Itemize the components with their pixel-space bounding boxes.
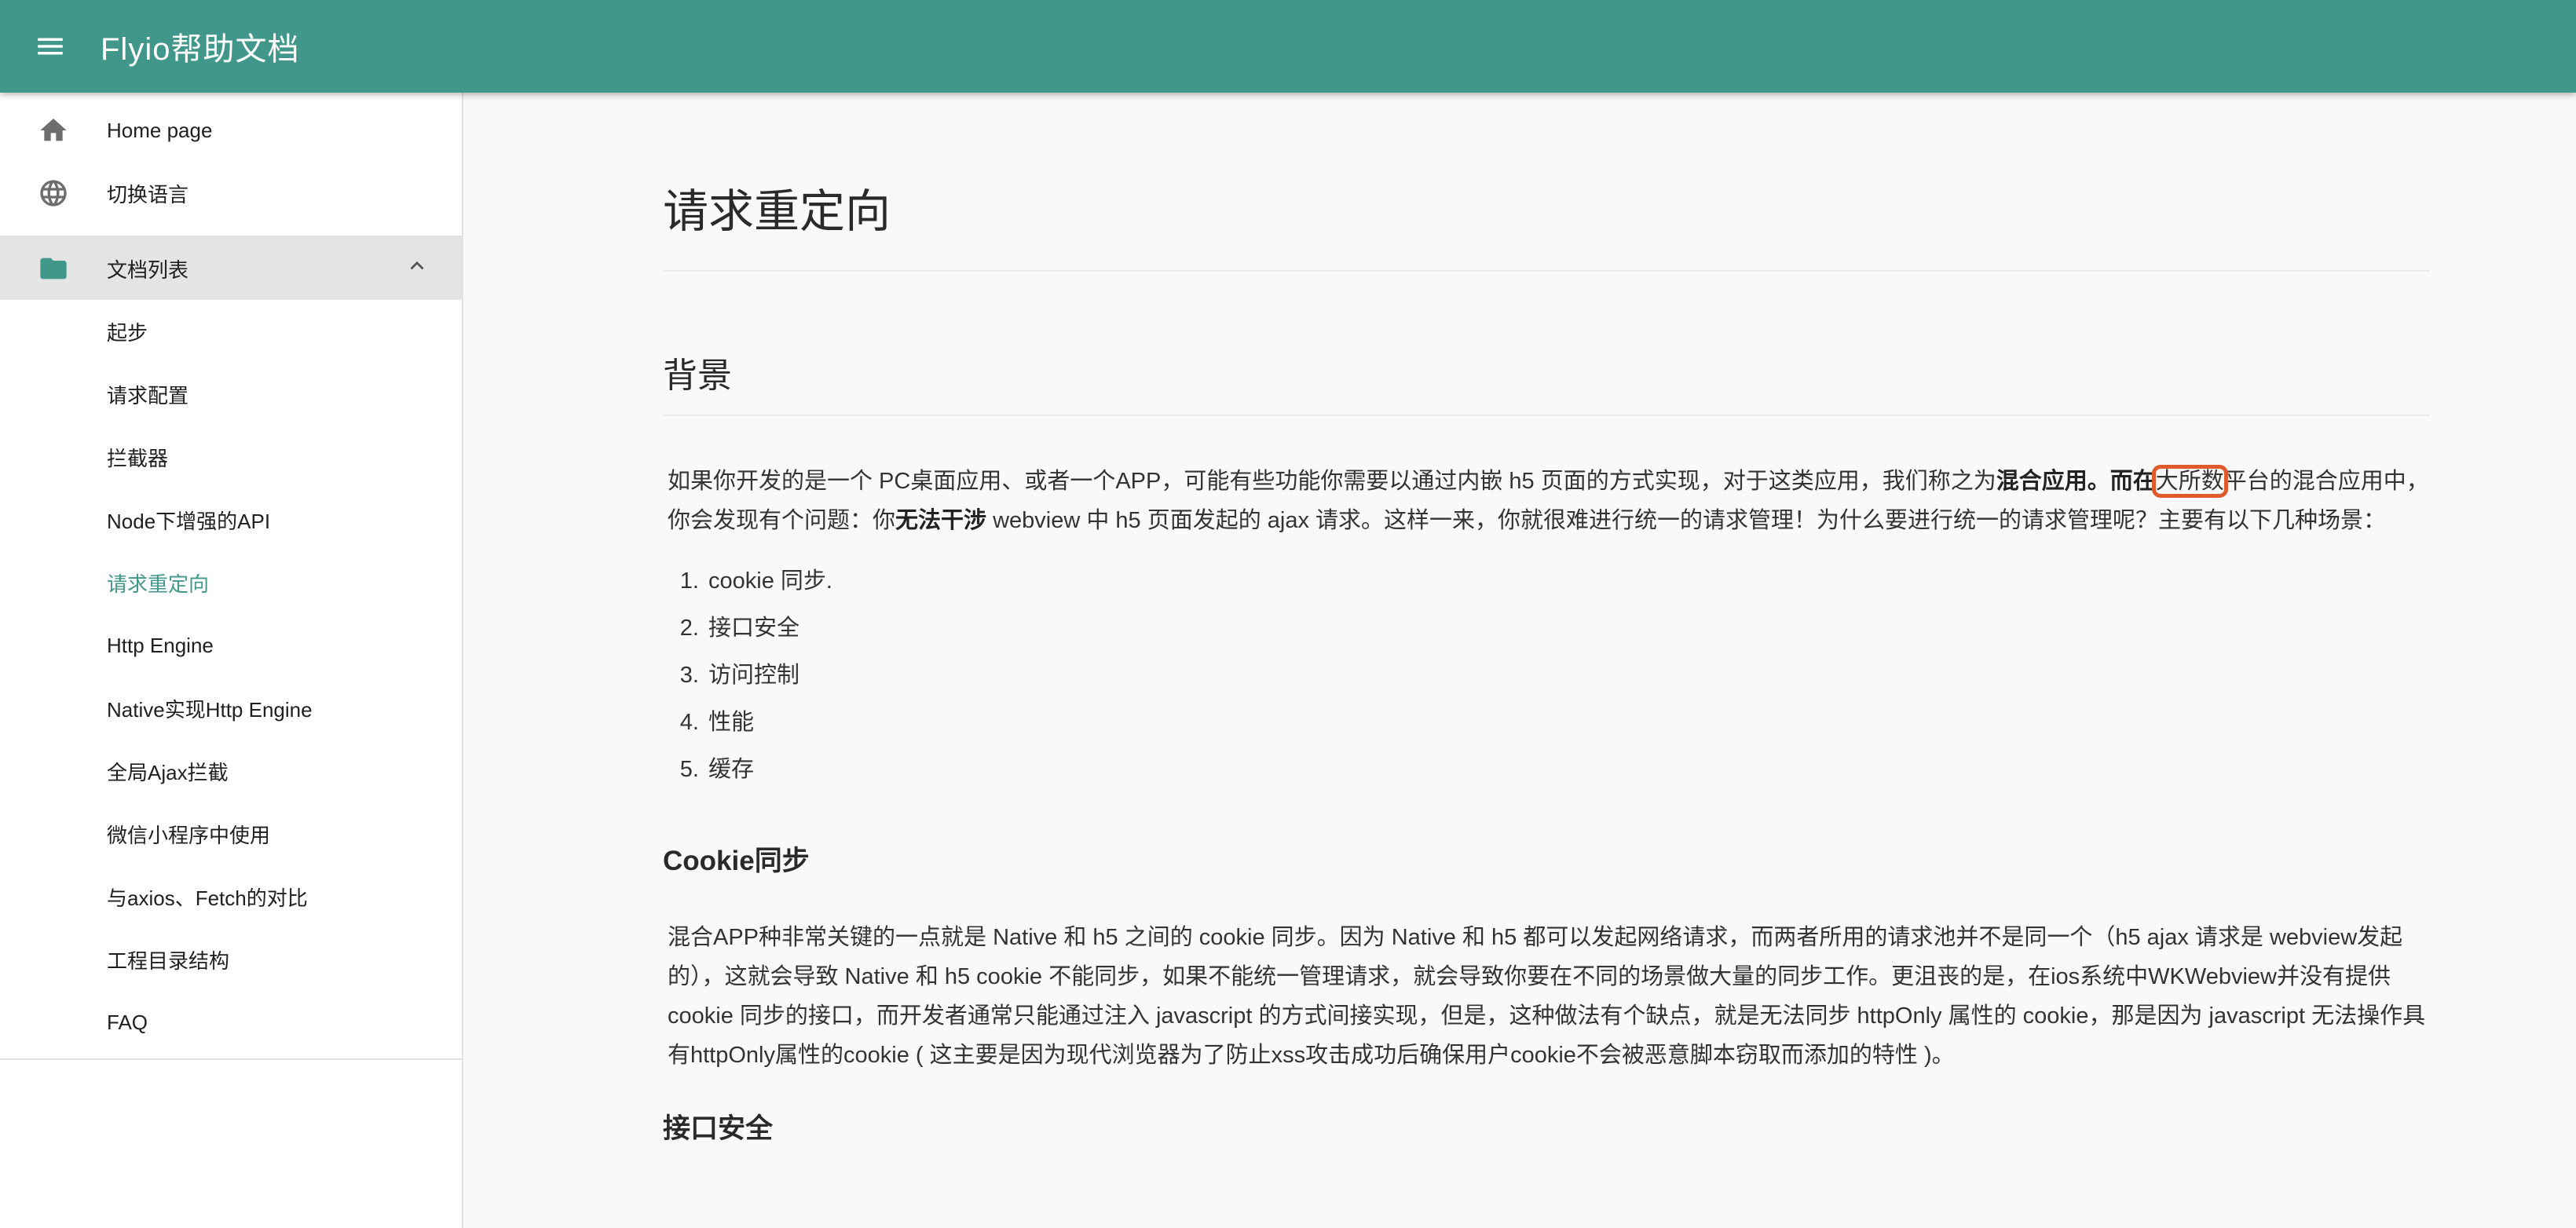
heading-api-security: 接口安全 (663, 1113, 774, 1144)
nav-doc-list-group[interactable]: 文档列表 (0, 236, 462, 300)
app-bar: Flyio帮助文档 (0, 0, 2576, 93)
background-paragraph: 如果你开发的是一个 PC桌面应用、或者一个APP，可能有些功能你需要以通过内嵌 … (663, 462, 2430, 540)
sidebar: Home page 切换语言 文档列表 起步 请求配置 拦截器 Node下增强的… (0, 93, 463, 1228)
doc-item-request-redirect[interactable]: 请求重定向 (0, 551, 462, 614)
bold-hybrid-app: 混合应用 (1996, 469, 2088, 494)
bold-cannot-interfere: 无法干涉 (895, 508, 987, 533)
cookie-paragraph: 混合APP种非常关键的一点就是 Native 和 h5 之间的 cookie 同… (668, 925, 2426, 1068)
doc-item-request-config[interactable]: 请求配置 (0, 363, 462, 426)
chevron-up-icon (404, 253, 430, 285)
doc-list: 起步 请求配置 拦截器 Node下增强的API 请求重定向 Http Engin… (0, 300, 462, 1060)
doc-item-getting-started[interactable]: 起步 (0, 300, 462, 363)
doc-item-axios-fetch-comparison[interactable]: 与axios、Fetch的对比 (0, 865, 462, 928)
page-title: 请求重定向 (663, 93, 2430, 272)
nav-doc-list-label: 文档列表 (107, 258, 189, 282)
nav-home-label: Home page (107, 118, 213, 142)
list-item: 性能 (705, 699, 2430, 746)
heading-cookie-sync: Cookie同步 (663, 846, 810, 876)
highlighted-typo: 大所数 (2151, 465, 2228, 498)
doc-item-http-engine[interactable]: Http Engine (0, 614, 462, 677)
background-text-2: 。而在 (2087, 469, 2156, 494)
doc-item-global-ajax-intercept[interactable]: 全局Ajax拦截 (0, 740, 462, 802)
doc-item-node-api[interactable]: Node下增强的API (0, 488, 462, 551)
doc-item-wechat-miniprogram[interactable]: 微信小程序中使用 (0, 802, 462, 865)
hamburger-menu-icon (38, 38, 63, 55)
nav-switch-language[interactable]: 切换语言 (0, 162, 462, 225)
doc-item-interceptors[interactable]: 拦截器 (0, 426, 462, 488)
doc-item-native-http-engine[interactable]: Native实现Http Engine (0, 677, 462, 740)
list-item: cookie 同步. (705, 557, 2430, 605)
doc-item-faq[interactable]: FAQ (0, 991, 462, 1054)
doc-item-project-structure[interactable]: 工程目录结构 (0, 928, 462, 991)
list-item: 访问控制 (705, 652, 2430, 699)
app-title: Flyio帮助文档 (101, 32, 300, 67)
heading-background: 背景 (663, 347, 2430, 416)
menu-button[interactable] (0, 0, 101, 93)
list-item: 缓存 (705, 746, 2430, 793)
globe-icon (0, 177, 107, 209)
nav-language-label: 切换语言 (107, 182, 189, 206)
list-item: 接口安全 (705, 605, 2430, 652)
article: 请求重定向 背景 如果你开发的是一个 PC桌面应用、或者一个APP，可能有些功能… (663, 93, 2430, 1146)
home-icon (0, 115, 107, 146)
background-text-1: 如果你开发的是一个 PC桌面应用、或者一个APP，可能有些功能你需要以通过内嵌 … (668, 469, 1996, 494)
scenario-list: cookie 同步. 接口安全 访问控制 性能 缓存 (663, 557, 2430, 793)
folder-icon (0, 253, 107, 284)
nav-home-page[interactable]: Home page (0, 99, 462, 162)
background-text-4: webview 中 h5 页面发起的 ajax 请求。这样一来，你就很难进行统一… (986, 508, 2387, 533)
